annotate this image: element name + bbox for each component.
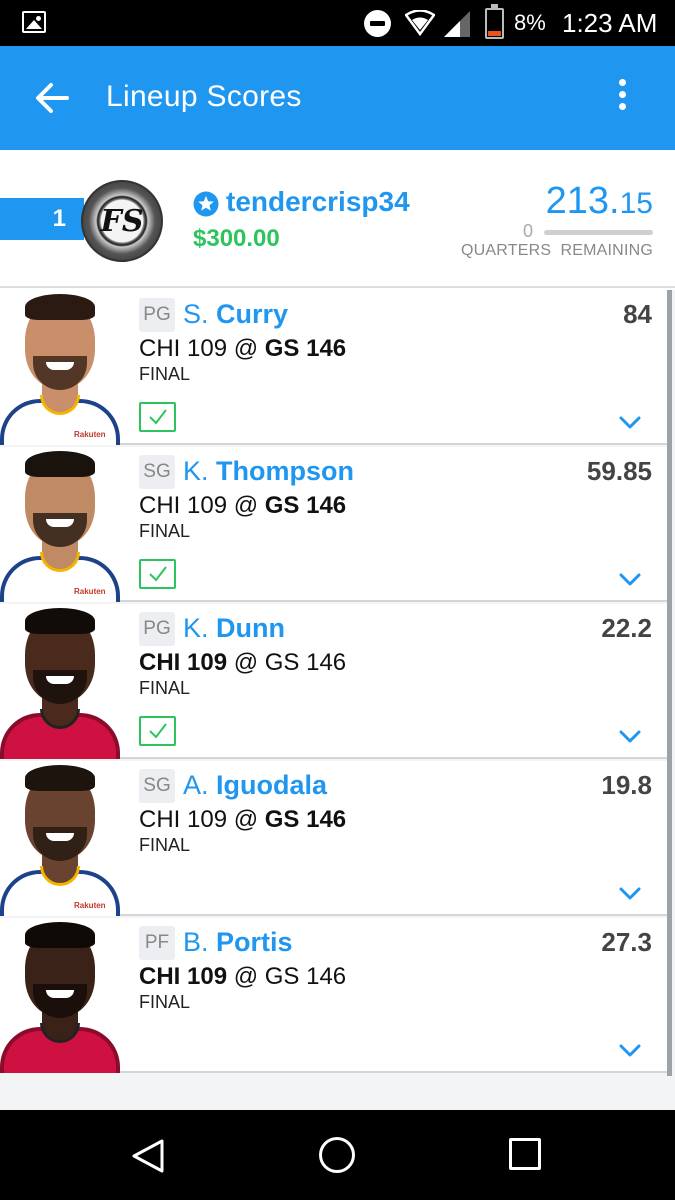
chevron-down-icon[interactable]	[619, 416, 641, 430]
quarters-remaining-label: QUARTERS REMAINING	[461, 242, 653, 259]
player-row[interactable]: Rakuten SG A. Iguodala CHI 109 @ GS 146 FINA…	[0, 761, 667, 916]
player-name[interactable]: S. Curry	[183, 299, 288, 330]
nav-back-icon[interactable]	[130, 1138, 166, 1174]
player-photo	[0, 918, 120, 1073]
game-status: FINAL	[139, 364, 191, 384]
battery-percent: 8%	[514, 10, 546, 35]
player-row[interactable]: Rakuten SG K. Thompson CHI 109 @ GS 146 FINA…	[0, 447, 667, 602]
player-row[interactable]: PF B. Portis CHI 109 @ GS 146 FINAL 27.3	[0, 918, 667, 1073]
clock: 1:23 AM	[562, 8, 658, 38]
gallery-icon	[22, 11, 46, 33]
check-icon	[139, 559, 176, 589]
nav-home-icon[interactable]	[319, 1137, 355, 1173]
progress-bar	[544, 230, 653, 235]
player-points: 59.85	[586, 456, 652, 486]
jersey-brand: Rakuten	[74, 901, 106, 910]
system-nav-bar	[0, 1110, 675, 1200]
player-row[interactable]: PG K. Dunn CHI 109 @ GS 146 FINAL 22.2	[0, 604, 667, 759]
player-photo: Rakuten	[0, 761, 120, 916]
quarters-remaining-progress: 0	[493, 221, 653, 243]
game-score: CHI 109 @ GS 146	[139, 335, 347, 362]
game-status: FINAL	[139, 678, 191, 698]
player-name[interactable]: K. Dunn	[183, 613, 285, 644]
nav-recents-icon[interactable]	[509, 1138, 541, 1170]
chevron-down-icon[interactable]	[619, 1044, 641, 1058]
game-status: FINAL	[139, 992, 191, 1012]
game-score: CHI 109 @ GS 146	[139, 649, 347, 676]
chevron-down-icon[interactable]	[619, 730, 641, 744]
player-points: 27.3	[601, 927, 652, 957]
player-name[interactable]: K. Thompson	[183, 456, 354, 487]
quarters-remaining-count: 0	[523, 221, 534, 241]
check-icon	[139, 402, 176, 432]
chevron-down-icon[interactable]	[619, 573, 641, 587]
game-score: CHI 109 @ GS 146	[139, 492, 347, 519]
player-photo: Rakuten	[0, 447, 120, 602]
wifi-icon	[405, 10, 435, 36]
page-title: Lineup Scores	[106, 80, 302, 113]
scrollbar[interactable]	[667, 290, 672, 1076]
position-badge: PF	[139, 926, 175, 960]
position-badge: SG	[139, 769, 175, 803]
position-badge: PG	[139, 298, 175, 332]
avatar-text: FS	[100, 203, 144, 239]
signal-icon	[444, 11, 470, 37]
player-row[interactable]: Rakuten PG S. Curry CHI 109 @ GS 146 FINAL 84	[0, 290, 667, 445]
game-status: FINAL	[139, 521, 191, 541]
player-name[interactable]: B. Portis	[183, 927, 293, 958]
player-photo: Rakuten	[0, 290, 120, 445]
check-icon	[139, 716, 176, 746]
rank-badge: 1	[0, 198, 84, 240]
username[interactable]: tendercrisp34	[226, 186, 410, 218]
entry-summary: 1 FS tendercrisp34 $300.00 213.15 0 QUAR…	[0, 150, 675, 288]
jersey-brand: Rakuten	[74, 587, 106, 596]
battery-icon	[485, 4, 504, 39]
status-bar: 8% 1:23 AM	[0, 0, 675, 46]
player-list: Rakuten PG S. Curry CHI 109 @ GS 146 FINAL 84…	[0, 290, 675, 1110]
star-icon	[193, 191, 219, 217]
chevron-down-icon[interactable]	[619, 887, 641, 901]
jersey-brand: Rakuten	[74, 430, 106, 439]
avatar: FS	[81, 180, 163, 262]
game-score: CHI 109 @ GS 146	[139, 963, 347, 990]
arrow-left-icon[interactable]	[34, 80, 70, 116]
game-score: CHI 109 @ GS 146	[139, 806, 347, 833]
player-points: 19.8	[601, 770, 652, 800]
do-not-disturb-icon	[364, 10, 391, 37]
player-points: 84	[623, 299, 652, 329]
player-points: 22.2	[601, 613, 652, 643]
player-photo	[0, 604, 120, 759]
total-score: 213.15	[545, 180, 653, 222]
more-vertical-icon[interactable]	[614, 79, 630, 115]
app-bar: Lineup Scores	[0, 46, 675, 150]
winnings: $300.00	[193, 225, 280, 252]
game-status: FINAL	[139, 835, 191, 855]
position-badge: PG	[139, 612, 175, 646]
player-name[interactable]: A. Iguodala	[183, 770, 327, 801]
position-badge: SG	[139, 455, 175, 489]
